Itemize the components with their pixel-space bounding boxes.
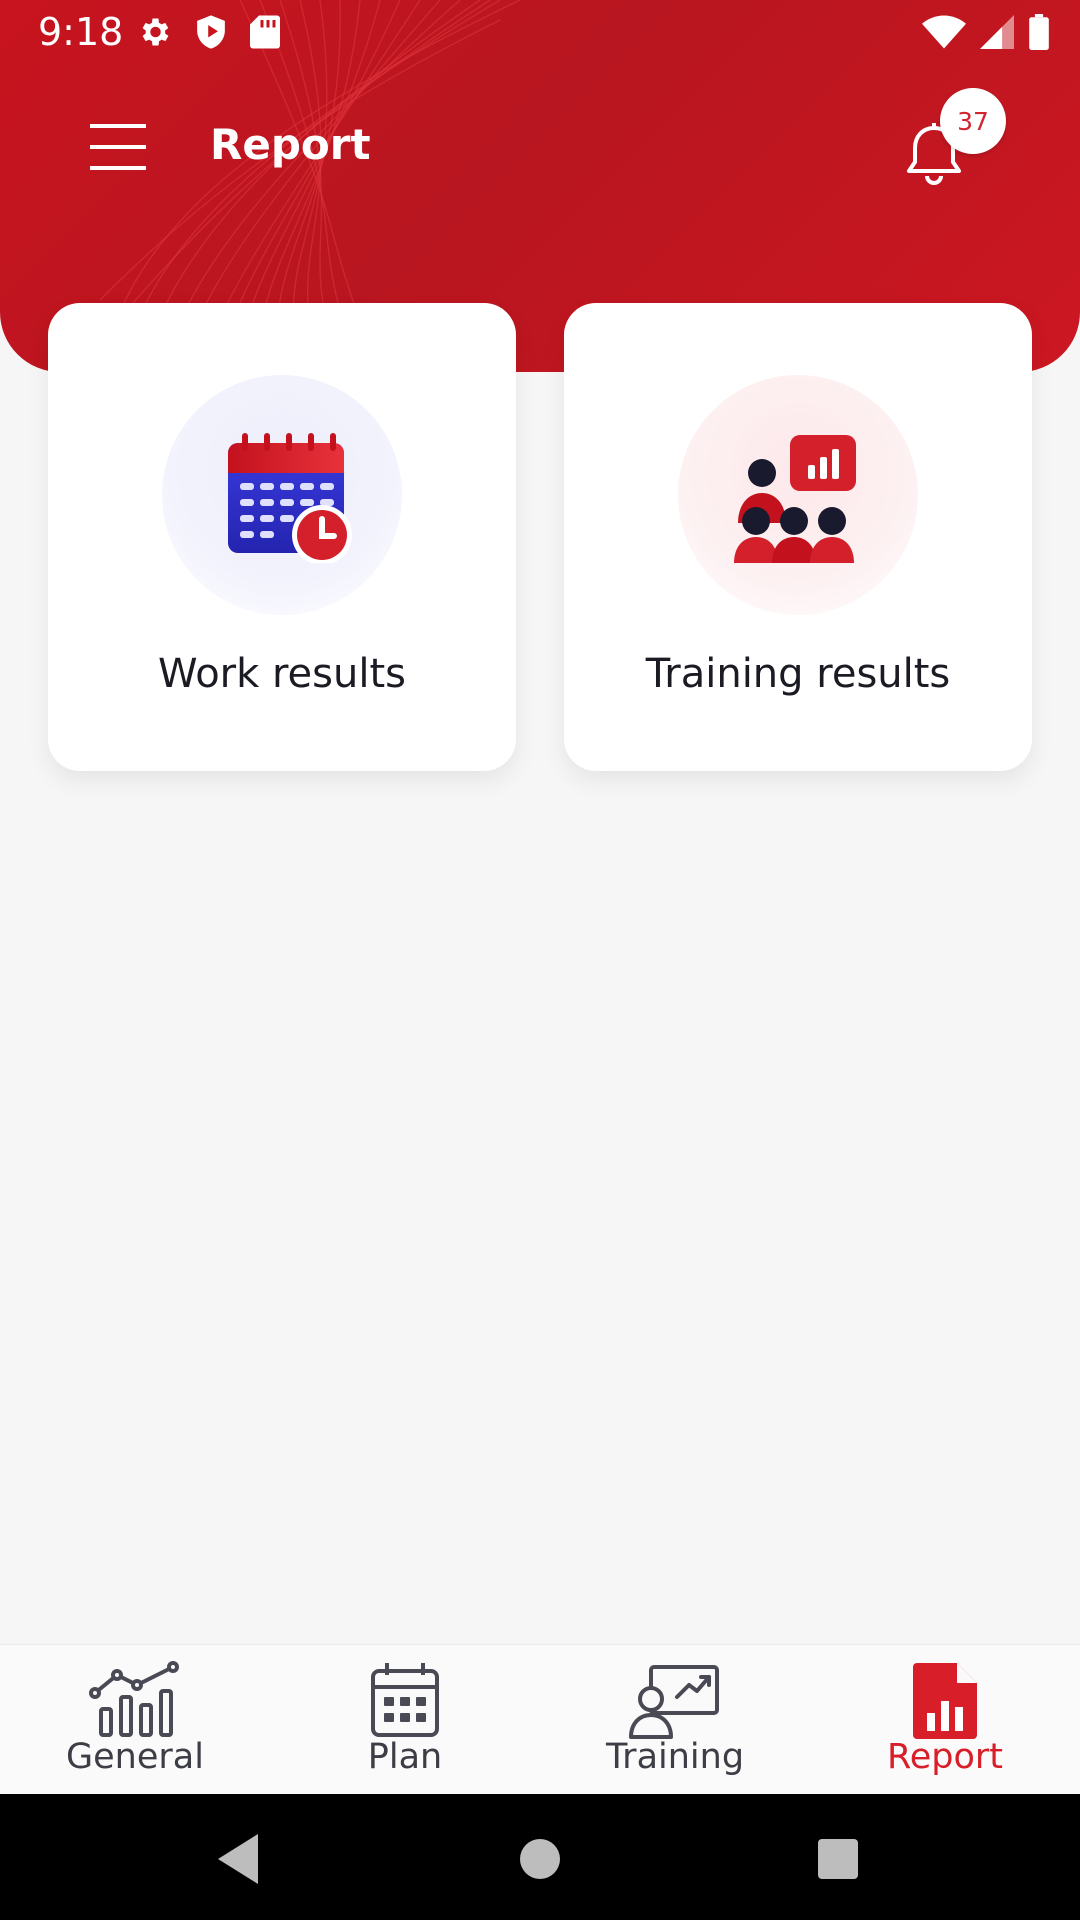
shield-icon (197, 15, 225, 49)
page-title: Report (210, 120, 371, 169)
presentation-icon (629, 1665, 719, 1739)
hamburger-menu-icon (90, 124, 146, 170)
work-results-label: Work results (157, 651, 406, 697)
nav-item-training[interactable]: Training (540, 1645, 810, 1795)
work-results-card[interactable]: Work results (48, 303, 516, 771)
signal-icon (980, 15, 1014, 49)
nav-label-training: Training (605, 1737, 745, 1777)
chart-icon (89, 1661, 179, 1737)
team-chart-icon (734, 435, 856, 563)
sd-card-icon (250, 15, 280, 49)
training-results-label: Training results (645, 651, 951, 697)
menu-button[interactable] (88, 122, 148, 172)
status-icons-right (922, 14, 1050, 50)
status-icons-left (136, 14, 280, 50)
calendar-clock-icon (228, 433, 352, 563)
settings-icon (142, 18, 169, 46)
wifi-icon (922, 15, 966, 49)
system-navigation-bar (0, 1794, 1080, 1920)
nav-label-plan: Plan (367, 1737, 443, 1777)
status-bar: 9:18 (0, 0, 1080, 64)
nav-item-plan[interactable]: Plan (270, 1645, 540, 1795)
status-time: 9:18 (38, 10, 124, 54)
bottom-navigation: General Plan Training Report (0, 1644, 1080, 1794)
notification-badge: 37 (940, 88, 1006, 154)
nav-label-general: General (66, 1737, 204, 1777)
nav-label-report: Report (886, 1737, 1004, 1777)
app-toolbar: Report 37 (0, 88, 1080, 202)
nav-item-general[interactable]: General (0, 1645, 270, 1795)
back-icon[interactable] (204, 1824, 274, 1894)
battery-icon (1029, 14, 1049, 50)
report-document-icon (913, 1663, 977, 1739)
nav-item-report[interactable]: Report (810, 1645, 1080, 1795)
recents-icon[interactable] (803, 1824, 873, 1894)
training-results-card[interactable]: Training results (564, 303, 1032, 771)
calendar-icon (371, 1663, 439, 1737)
home-icon[interactable] (505, 1824, 575, 1894)
